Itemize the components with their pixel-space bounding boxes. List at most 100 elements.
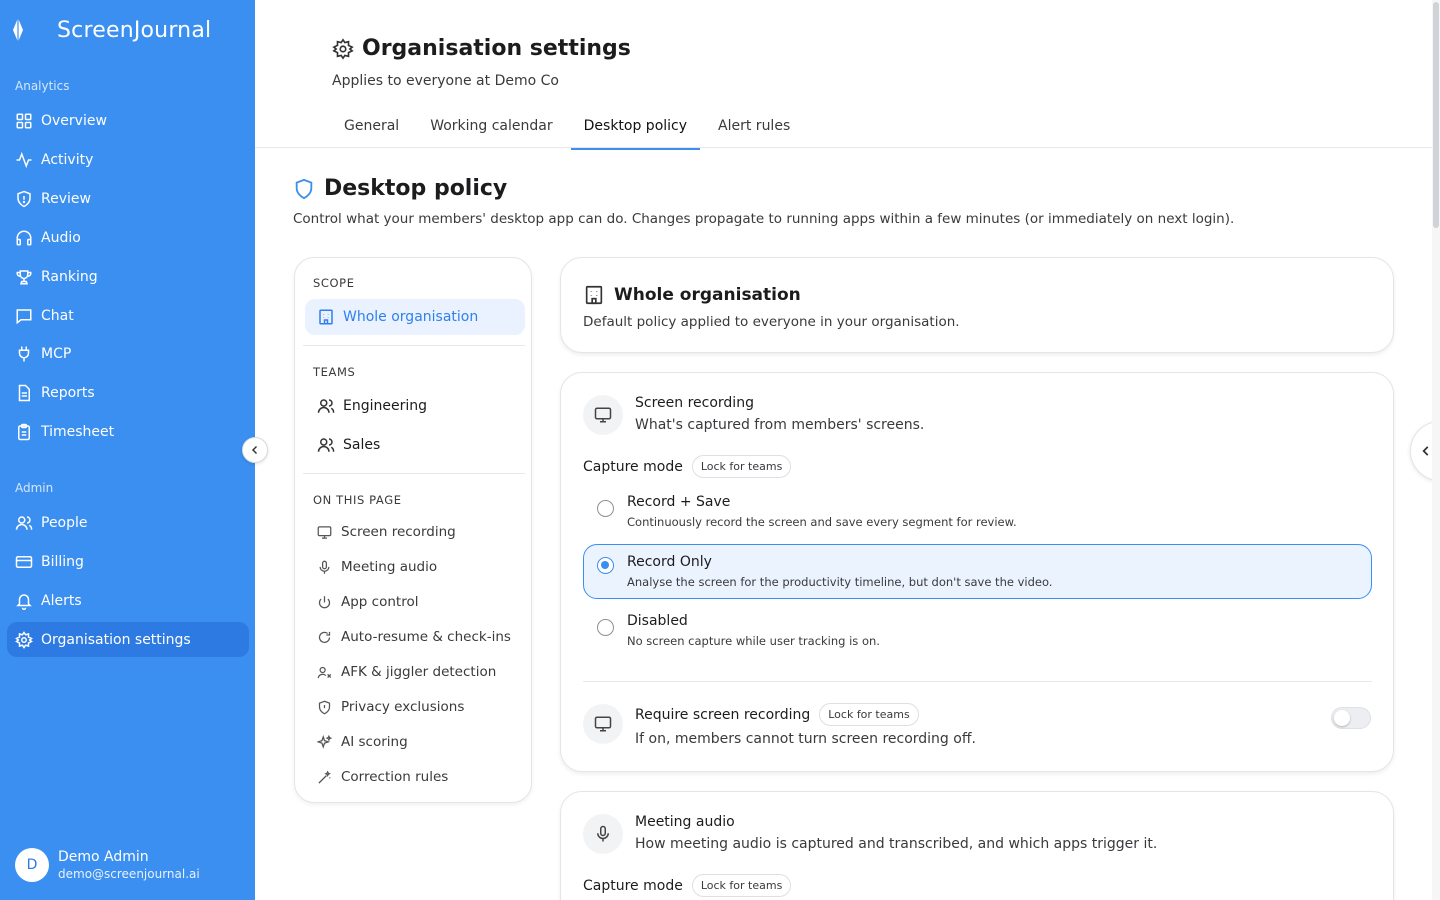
sidebar-item-billing[interactable]: Billing — [7, 544, 249, 579]
lock-for-teams-button[interactable]: Lock for teams — [691, 874, 792, 897]
capture-option-record-only[interactable]: Record Only Analyse the screen for the p… — [583, 544, 1372, 599]
capture-mode-label: Capture mode Lock for teams — [583, 874, 792, 897]
user-profile[interactable]: D Demo Admin demo@screenjournal.ai — [15, 848, 200, 882]
divider — [303, 345, 525, 346]
feature-description: How meeting audio is captured and transc… — [635, 836, 1158, 852]
toc-label: Screen recording — [341, 524, 456, 540]
sidebar-item-overview[interactable]: Overview — [7, 103, 249, 138]
toc-auto-resume[interactable]: Auto-resume & check-ins — [317, 629, 511, 645]
sidebar-item-chat[interactable]: Chat — [7, 298, 249, 333]
lock-for-teams-button[interactable]: Lock for teams — [819, 703, 919, 726]
brand[interactable]: ScreenJournal — [10, 16, 211, 44]
capture-option-record-save[interactable]: Record + Save Continuously record the sc… — [583, 486, 1372, 541]
require-recording-title: Require screen recording Lock for teams — [635, 703, 919, 726]
toc-correction-rules[interactable]: Correction rules — [317, 769, 448, 785]
users-icon — [317, 399, 335, 413]
radio-button[interactable] — [597, 619, 614, 636]
sidebar-item-ranking[interactable]: Ranking — [7, 259, 249, 294]
feature-title: Screen recording — [635, 395, 754, 411]
toc-ai-scoring[interactable]: AI scoring — [317, 734, 408, 750]
tab-general[interactable]: General — [331, 108, 412, 148]
monitor-icon — [317, 525, 332, 539]
require-recording-toggle[interactable] — [1331, 707, 1371, 729]
feature-title: Meeting audio — [635, 814, 735, 830]
monitor-icon — [594, 716, 612, 732]
radio-button[interactable] — [597, 557, 614, 574]
divider — [303, 473, 525, 474]
sidebar-item-timesheet[interactable]: Timesheet — [7, 414, 249, 449]
scope-panel: SCOPE Whole organisation TEAMS Engineeri… — [294, 257, 532, 803]
sidebar-item-label: Audio — [41, 229, 81, 246]
on-this-page-label: ON THIS PAGE — [313, 493, 402, 507]
sidebar-item-label: Alerts — [41, 592, 82, 609]
microphone-icon — [319, 560, 330, 574]
monitor-icon — [594, 407, 612, 423]
sparkles-icon — [317, 734, 332, 749]
page-header: Organisation settings Applies to everyon… — [255, 0, 1432, 150]
lock-for-teams-button[interactable]: Lock for teams — [691, 455, 792, 478]
section-title: Desktop policy — [293, 176, 507, 201]
sidebar-item-audio[interactable]: Audio — [7, 220, 249, 255]
toc-label: Correction rules — [341, 769, 449, 785]
require-recording-description: If on, members cannot turn screen record… — [635, 731, 976, 747]
scope-whole-organisation[interactable]: Whole organisation — [305, 299, 525, 335]
toc-label: Privacy exclusions — [341, 699, 465, 715]
teams-label: TEAMS — [313, 365, 356, 379]
toc-afk-detection[interactable]: AFK & jiggler detection — [317, 664, 496, 680]
sidebar-item-label: Billing — [41, 553, 84, 570]
sidebar-item-activity[interactable]: Activity — [7, 142, 249, 177]
sidebar-item-mcp[interactable]: MCP — [7, 336, 249, 371]
sidebar-item-alerts[interactable]: Alerts — [7, 583, 249, 618]
sidebar-item-label: Ranking — [41, 268, 98, 285]
tab-desktop-policy[interactable]: Desktop policy — [570, 108, 701, 150]
section-description: Control what your members' desktop app c… — [293, 211, 1235, 227]
sidebar-item-organisation-settings[interactable]: Organisation settings — [7, 622, 249, 657]
activity-icon — [16, 151, 32, 168]
collapse-sidebar-button[interactable] — [242, 437, 268, 463]
clipboard-icon — [18, 423, 30, 440]
scope-team-engineering[interactable]: Engineering — [305, 388, 525, 424]
capture-option-disabled[interactable]: Disabled No screen capture while user tr… — [583, 605, 1372, 660]
analytics-section-label: Analytics — [15, 79, 70, 93]
toc-label: Meeting audio — [341, 559, 438, 575]
headphones-icon — [16, 230, 32, 245]
toc-app-control[interactable]: App control — [317, 594, 418, 610]
scope-label: SCOPE — [313, 276, 355, 290]
card-icon — [15, 555, 33, 568]
radio-button[interactable] — [597, 500, 614, 517]
option-description: Continuously record the screen and save … — [627, 515, 1017, 529]
meeting-audio-card: Meeting audio How meeting audio is captu… — [560, 791, 1394, 900]
option-title: Record + Save — [627, 494, 731, 510]
page-subtitle: Applies to everyone at Demo Co — [332, 73, 559, 89]
page-scrollbar[interactable] — [1432, 0, 1440, 900]
toc-privacy-exclusions[interactable]: Privacy exclusions — [317, 699, 464, 715]
shield-icon — [318, 700, 331, 714]
require-recording-title-text: Require screen recording — [635, 706, 811, 723]
gear-icon — [332, 37, 354, 60]
settings-tabs: General Working calendar Desktop policy … — [331, 108, 808, 150]
option-title: Record Only — [627, 554, 712, 570]
sidebar-item-label: Reports — [41, 384, 95, 401]
scope-summary-card: Whole organisation Default policy applie… — [560, 257, 1394, 353]
scrollbar-thumb[interactable] — [1433, 2, 1439, 228]
admin-section-label: Admin — [15, 481, 54, 495]
sidebar-item-people[interactable]: People — [7, 505, 249, 540]
user-email: demo@screenjournal.ai — [58, 867, 200, 881]
sidebar-item-label: MCP — [41, 345, 72, 362]
user-x-icon — [317, 666, 332, 678]
toc-meeting-audio[interactable]: Meeting audio — [317, 559, 437, 575]
option-description: Analyse the screen for the productivity … — [627, 575, 1053, 589]
tab-working-calendar[interactable]: Working calendar — [417, 108, 565, 148]
scope-team-sales[interactable]: Sales — [305, 427, 525, 463]
gear-icon — [15, 630, 33, 649]
sidebar-item-review[interactable]: Review — [7, 181, 249, 216]
tab-alert-rules[interactable]: Alert rules — [705, 108, 803, 148]
section-title-text: Desktop policy — [324, 176, 508, 201]
capture-mode-label-text: Capture mode — [583, 458, 683, 475]
toc-screen-recording[interactable]: Screen recording — [317, 524, 456, 540]
capture-mode-label-text: Capture mode — [583, 877, 683, 894]
users-icon — [15, 515, 33, 530]
refresh-icon — [318, 631, 331, 643]
sidebar-item-reports[interactable]: Reports — [7, 375, 249, 410]
scope-summary-title: Whole organisation — [583, 284, 801, 306]
